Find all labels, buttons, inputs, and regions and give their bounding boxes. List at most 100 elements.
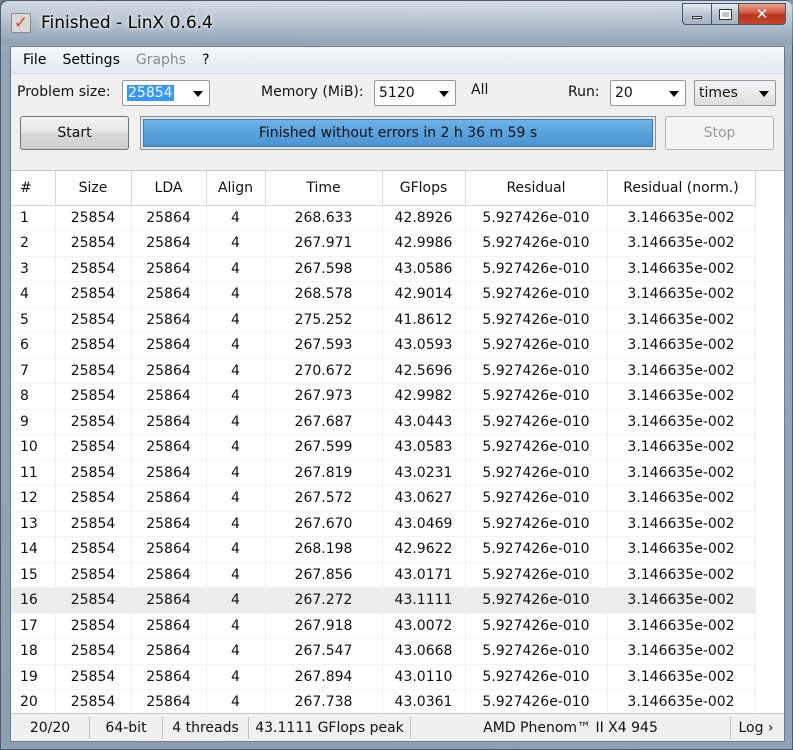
table-cell: 43.0668: [382, 638, 466, 664]
table-cell: 25854: [55, 256, 132, 282]
menu-bar: File Settings Graphs ?: [11, 47, 784, 74]
table-cell: 4: [206, 460, 266, 486]
column-header[interactable]: #: [11, 171, 56, 206]
chevron-down-icon: [439, 91, 449, 97]
table-row[interactable]: 3 25854 25864 4 267.598 43.0586 5.927426e-010 3…: [11, 256, 756, 282]
maximize-button[interactable]: [711, 3, 739, 25]
table-cell: 6: [11, 332, 56, 358]
table-cell: 4: [206, 536, 266, 562]
table-cell: 42.9014: [382, 281, 466, 307]
table-cell: 4: [206, 256, 266, 282]
table-row[interactable]: 19 25854 25864 4 267.894 43.0110 5.927426e-010…: [11, 664, 756, 690]
chevron-down-icon: [669, 91, 679, 97]
minimize-button[interactable]: [682, 3, 712, 25]
table-cell: 25854: [55, 587, 132, 613]
problem-size-combo[interactable]: 25854: [122, 80, 210, 106]
status-peak: 43.1111 GFlops peak: [249, 716, 411, 739]
table-row[interactable]: 15 25854 25864 4 267.856 43.0171 5.927426e-010…: [11, 562, 756, 588]
close-icon: ✕: [755, 5, 769, 23]
memory-combo[interactable]: 5120: [374, 80, 456, 106]
window-title: Finished - LinX 0.6.4: [41, 13, 213, 33]
column-header[interactable]: Size: [55, 171, 132, 206]
table-row[interactable]: 2 25854 25864 4 267.971 42.9986 5.927426e-010 3…: [11, 230, 756, 256]
table-cell: 4: [206, 587, 266, 613]
table-row[interactable]: 12 25854 25864 4 267.572 43.0627 5.927426e-010…: [11, 485, 756, 511]
action-row: Start Finished without errors in 2 h 36 …: [11, 112, 784, 152]
stop-button[interactable]: Stop: [665, 116, 774, 150]
run-unit-combo[interactable]: times: [694, 80, 776, 106]
table-row[interactable]: 4 25854 25864 4 268.578 42.9014 5.927426e-010 3…: [11, 281, 756, 307]
menu-graphs[interactable]: Graphs: [128, 52, 194, 68]
table-row[interactable]: 9 25854 25864 4 267.687 43.0443 5.927426e-010 3…: [11, 409, 756, 435]
problem-size-value: 25854: [127, 85, 174, 101]
table-row[interactable]: 6 25854 25864 4 267.593 43.0593 5.927426e-010 3…: [11, 332, 756, 358]
table-cell: 267.819: [265, 460, 383, 486]
table-row[interactable]: 5 25854 25864 4 275.252 41.8612 5.927426e-010 3…: [11, 307, 756, 333]
table-cell: 25864: [131, 358, 207, 384]
table-row[interactable]: 11 25854 25864 4 267.819 43.0231 5.927426e-010…: [11, 460, 756, 486]
column-header[interactable]: Residual (norm.): [607, 171, 756, 206]
table-cell: 4: [206, 485, 266, 511]
maximize-icon: [718, 8, 732, 20]
table-cell: 3.146635e-002: [607, 638, 756, 664]
table-cell: 25864: [131, 511, 207, 537]
table-cell: 43.0593: [382, 332, 466, 358]
menu-settings[interactable]: Settings: [54, 52, 127, 68]
table-cell: 5.927426e-010: [465, 689, 608, 713]
menu-help[interactable]: ?: [194, 52, 217, 68]
table-cell: 5.927426e-010: [465, 536, 608, 562]
table-cell: 3: [11, 256, 56, 282]
table-row[interactable]: 17 25854 25864 4 267.918 43.0072 5.927426e-010…: [11, 613, 756, 639]
table-cell: 25864: [131, 460, 207, 486]
table-cell: 267.738: [265, 689, 383, 713]
table-cell: 3.146635e-002: [607, 485, 756, 511]
table-row[interactable]: 14 25854 25864 4 268.198 42.9622 5.927426e-010…: [11, 536, 756, 562]
table-cell: 267.856: [265, 562, 383, 588]
table-row[interactable]: 20 25854 25864 4 267.738 43.0361 5.927426e-010…: [11, 689, 756, 713]
app-check-icon[interactable]: ✓: [11, 13, 31, 33]
table-cell: 3.146635e-002: [607, 460, 756, 486]
table-cell: 43.0171: [382, 562, 466, 588]
table-cell: 5: [11, 307, 56, 333]
table-cell: 25864: [131, 256, 207, 282]
table-cell: 25864: [131, 230, 207, 256]
table-cell: 5.927426e-010: [465, 383, 608, 409]
table-cell: 15: [11, 562, 56, 588]
close-button[interactable]: ✕: [738, 3, 786, 25]
table-row[interactable]: 7 25854 25864 4 270.672 42.5696 5.927426e-010 3…: [11, 358, 756, 384]
memory-all-button[interactable]: All: [471, 82, 488, 98]
column-header[interactable]: GFlops: [382, 171, 466, 206]
title-bar[interactable]: ✓ Finished - LinX 0.6.4 ✕: [1, 1, 793, 45]
column-header[interactable]: LDA: [131, 171, 207, 206]
table-row[interactable]: 1 25854 25864 4 268.633 42.8926 5.927426e-010 3…: [11, 205, 756, 231]
results-table-container[interactable]: # Size LDA Align Time GFlops Residual Re…: [11, 170, 784, 713]
table-cell: 9: [11, 409, 56, 435]
table-cell: 3.146635e-002: [607, 536, 756, 562]
memory-label: Memory (MiB):: [261, 84, 364, 100]
table-cell: 3.146635e-002: [607, 409, 756, 435]
column-header[interactable]: Align: [206, 171, 266, 206]
table-row[interactable]: 13 25854 25864 4 267.670 43.0469 5.927426e-010…: [11, 511, 756, 537]
status-cpu: AMD Phenom™ II X4 945: [411, 716, 731, 739]
table-row[interactable]: 18 25854 25864 4 267.547 43.0668 5.927426e-010…: [11, 638, 756, 664]
column-header[interactable]: Time: [265, 171, 383, 206]
table-cell: 25864: [131, 383, 207, 409]
column-header[interactable]: Residual: [465, 171, 608, 206]
table-cell: 25864: [131, 587, 207, 613]
table-cell: 43.0586: [382, 256, 466, 282]
table-cell: 5.927426e-010: [465, 638, 608, 664]
table-cell: 4: [206, 205, 266, 231]
log-button[interactable]: Log ›: [731, 717, 781, 739]
table-cell: 42.9986: [382, 230, 466, 256]
menu-file[interactable]: File: [15, 52, 54, 68]
table-cell: 25854: [55, 281, 132, 307]
table-row[interactable]: 8 25854 25864 4 267.973 42.9982 5.927426e-010 3…: [11, 383, 756, 409]
table-row[interactable]: 16 25854 25864 4 267.272 43.1111 5.927426e-010…: [11, 587, 756, 613]
run-count-combo[interactable]: 20: [610, 80, 686, 106]
run-unit-value: times: [699, 85, 738, 101]
table-row[interactable]: 10 25854 25864 4 267.599 43.0583 5.927426e-010…: [11, 434, 756, 460]
start-button[interactable]: Start: [20, 116, 129, 150]
table-cell: 7: [11, 358, 56, 384]
table-cell: 25864: [131, 409, 207, 435]
status-bar: 20/20 64-bit 4 threads 43.1111 GFlops pe…: [11, 713, 784, 741]
